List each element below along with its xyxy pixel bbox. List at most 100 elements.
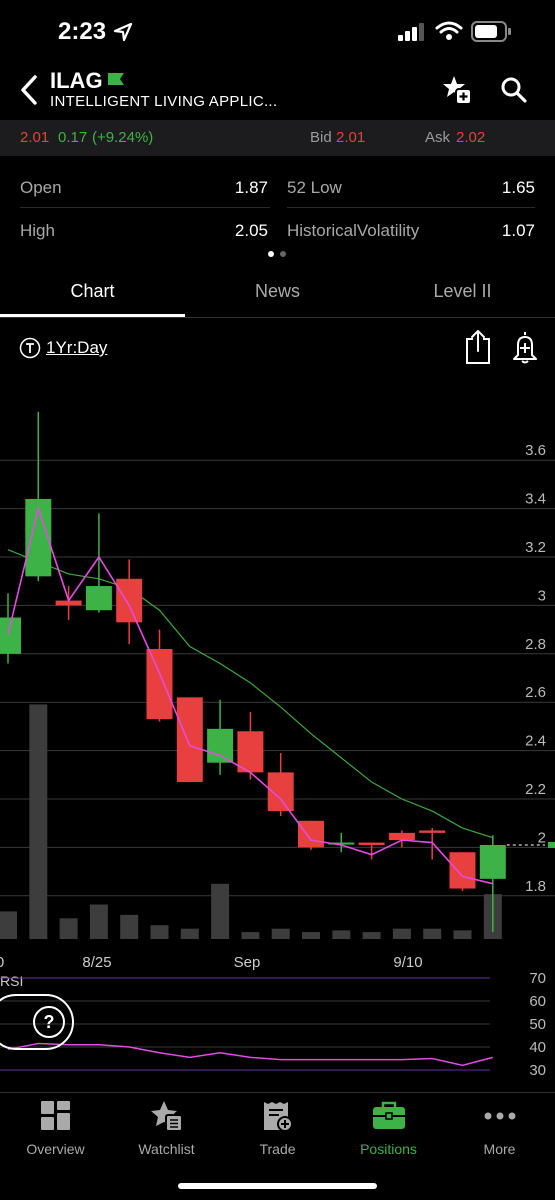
nav-label: More <box>483 1141 516 1157</box>
briefcase-icon <box>372 1101 405 1129</box>
bid-label: Bid <box>310 129 332 146</box>
change-value: 0.17 <box>58 129 88 146</box>
dots-icon <box>484 1112 515 1120</box>
x-tick-label: 8/25 <box>82 954 111 971</box>
x-tick-label: 0 <box>0 954 4 971</box>
stats-divider <box>20 207 270 208</box>
nav-divider <box>0 1092 555 1093</box>
price-chart[interactable]: 3.6 3.4 3.2 3 2.8 2.6 2.4 2.2 2 1.8 0 8/25 Sep 9/10 RS… <box>0 380 555 1090</box>
rsi-level-label: 60 <box>529 993 546 1010</box>
volume-bar <box>392 928 411 939</box>
volume-bar <box>423 928 442 939</box>
last-price-marker <box>548 841 555 848</box>
nav-trade[interactable]: Trade <box>222 1100 333 1157</box>
tab-level-ii[interactable]: Level II <box>370 281 555 302</box>
fast-moving-average-line <box>7 505 493 885</box>
help-button[interactable]: ? <box>33 1006 65 1038</box>
volume-bar <box>362 932 381 939</box>
price-alert-bell-icon[interactable] <box>510 329 540 365</box>
stat-open-value: 1.87 <box>234 178 268 197</box>
y-tick-label: 2.8 <box>525 636 546 653</box>
page-dot-active[interactable] <box>268 251 274 257</box>
y-tick-label: 3.6 <box>525 442 546 459</box>
candle-body <box>146 648 173 720</box>
volume-bar <box>59 918 78 939</box>
stat-volatility-value: 1.07 <box>501 221 535 240</box>
stat-high-label: High <box>20 221 55 240</box>
y-tick-label: 2.4 <box>525 733 546 750</box>
tabs-divider <box>0 317 555 318</box>
stat-high-value: 2.05 <box>234 221 268 240</box>
home-indicator <box>178 1183 377 1189</box>
volume-bar <box>89 904 108 939</box>
slow-moving-average-line <box>7 549 493 839</box>
candle-body <box>388 832 415 841</box>
candle-body <box>419 830 446 833</box>
nav-overview[interactable]: Overview <box>0 1100 111 1157</box>
bid-value: 2.01 <box>336 129 366 146</box>
tab-news[interactable]: News <box>185 281 370 302</box>
flag-icon <box>108 73 124 85</box>
candle-body <box>116 578 143 623</box>
volume-bar <box>453 930 472 939</box>
stat-open-label: Open <box>20 178 62 197</box>
trade-ticket-icon <box>263 1102 293 1132</box>
volume-bar <box>211 883 230 939</box>
back-chevron-icon[interactable] <box>18 74 40 106</box>
stat-52low-label: 52 Low <box>287 178 342 197</box>
candle-body <box>298 820 324 848</box>
y-tick-label: 2.6 <box>525 684 546 701</box>
y-tick-label: 1.8 <box>525 878 546 895</box>
volume-bar <box>302 932 320 939</box>
location-arrow-icon <box>113 22 133 42</box>
star-list-icon <box>150 1101 183 1132</box>
nav-watchlist[interactable]: Watchlist <box>111 1100 222 1157</box>
status-time: 2:23 <box>58 18 107 45</box>
y-tick-label: 3.4 <box>525 491 546 508</box>
last-price: 2.01 <box>20 129 50 146</box>
tab-chart[interactable]: Chart <box>0 281 185 302</box>
candle-body <box>449 852 476 889</box>
search-icon[interactable] <box>500 76 528 104</box>
grid-icon <box>40 1101 70 1130</box>
nav-label: Trade <box>259 1141 296 1157</box>
ask-value: 2.02 <box>456 129 486 146</box>
volume-bar <box>120 914 139 939</box>
nav-label: Overview <box>26 1141 85 1157</box>
nav-label: Positions <box>360 1141 417 1157</box>
page-dot[interactable] <box>280 251 286 257</box>
volume-bar <box>332 930 351 939</box>
volume-bar <box>271 928 290 939</box>
change-percent: (+9.24%) <box>92 129 154 146</box>
rsi-level-label: 50 <box>529 1016 546 1033</box>
volume-bar <box>29 704 48 939</box>
volume-bar <box>180 928 199 939</box>
rsi-level-label: 70 <box>529 970 546 987</box>
share-icon[interactable] <box>464 329 492 365</box>
nav-label: Watchlist <box>138 1141 195 1157</box>
volume-bar <box>0 911 17 939</box>
stats-divider <box>287 207 535 208</box>
stat-volatility-label: HistoricalVolatility <box>287 221 420 240</box>
candle-body <box>207 728 234 763</box>
rsi-level-label: 30 <box>529 1062 546 1079</box>
y-tick-label: 2.2 <box>525 781 546 798</box>
nav-more[interactable]: More <box>444 1100 555 1157</box>
candle-body <box>358 842 385 845</box>
symbol-title: ILAG <box>50 68 103 93</box>
rsi-level-label: 40 <box>529 1039 546 1056</box>
y-tick-label: 3 <box>538 587 546 604</box>
candle-body <box>176 697 203 783</box>
nav-positions[interactable]: Positions <box>333 1100 444 1157</box>
timeframe-selector[interactable]: 1Yr:Day <box>46 338 107 358</box>
candle-body <box>85 586 112 611</box>
candle-body <box>479 844 506 879</box>
wifi-icon <box>435 21 463 40</box>
timeframe-icon[interactable] <box>19 337 41 359</box>
signal-icon <box>398 23 424 41</box>
add-watchlist-star-icon[interactable] <box>441 74 473 106</box>
ask-label: Ask <box>425 129 451 146</box>
x-tick-label: Sep <box>234 954 261 971</box>
rsi-label: RSI <box>0 973 23 989</box>
candle-body <box>237 731 264 773</box>
